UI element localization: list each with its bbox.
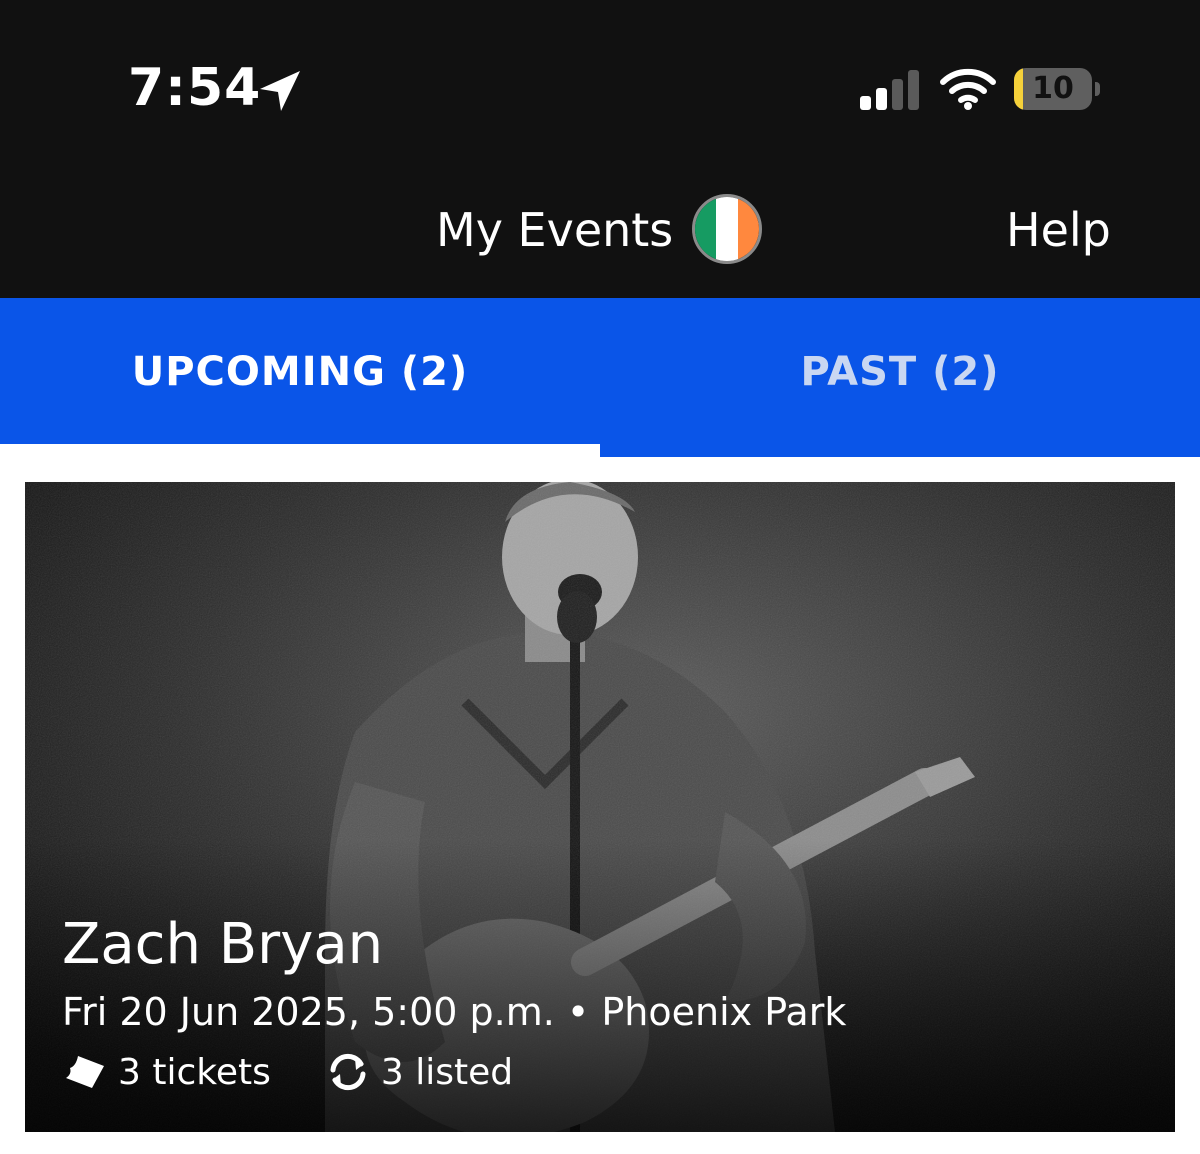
tab-upcoming[interactable]: UPCOMING (2) xyxy=(0,298,600,446)
tab-past[interactable]: PAST (2) xyxy=(600,298,1200,446)
location-arrow-icon xyxy=(260,71,300,111)
battery-level: 10 xyxy=(1032,71,1074,106)
tickets-count: 3 tickets xyxy=(118,1051,271,1093)
resale-sync-icon xyxy=(330,1053,366,1091)
event-date-venue: Fri 20 Jun 2025, 5:00 p.m. • Phoenix Par… xyxy=(62,990,847,1034)
event-name: Zach Bryan xyxy=(62,912,384,977)
selected-tab-indicator xyxy=(0,444,600,457)
event-card[interactable]: Zach Bryan Fri 20 Jun 2025, 5:00 p.m. • … xyxy=(25,482,1175,1132)
cellular-signal-icon xyxy=(860,70,919,110)
page-title: My Events xyxy=(436,203,674,257)
battery-icon: 10 xyxy=(1014,68,1100,110)
status-time: 7:54 xyxy=(128,58,262,118)
ticket-icon xyxy=(66,1056,104,1088)
event-meta: 3 tickets 3 listed xyxy=(62,1050,513,1094)
event-tabs: UPCOMING (2) PAST (2) xyxy=(0,298,1200,457)
help-link[interactable]: Help xyxy=(1006,203,1111,257)
listed-count: 3 listed xyxy=(380,1051,514,1093)
wifi-icon xyxy=(940,68,996,110)
app-header: 7:54 10 My Events Help xyxy=(0,0,1200,298)
ireland-flag-icon[interactable] xyxy=(692,194,762,264)
performer-photo xyxy=(25,482,1175,1132)
